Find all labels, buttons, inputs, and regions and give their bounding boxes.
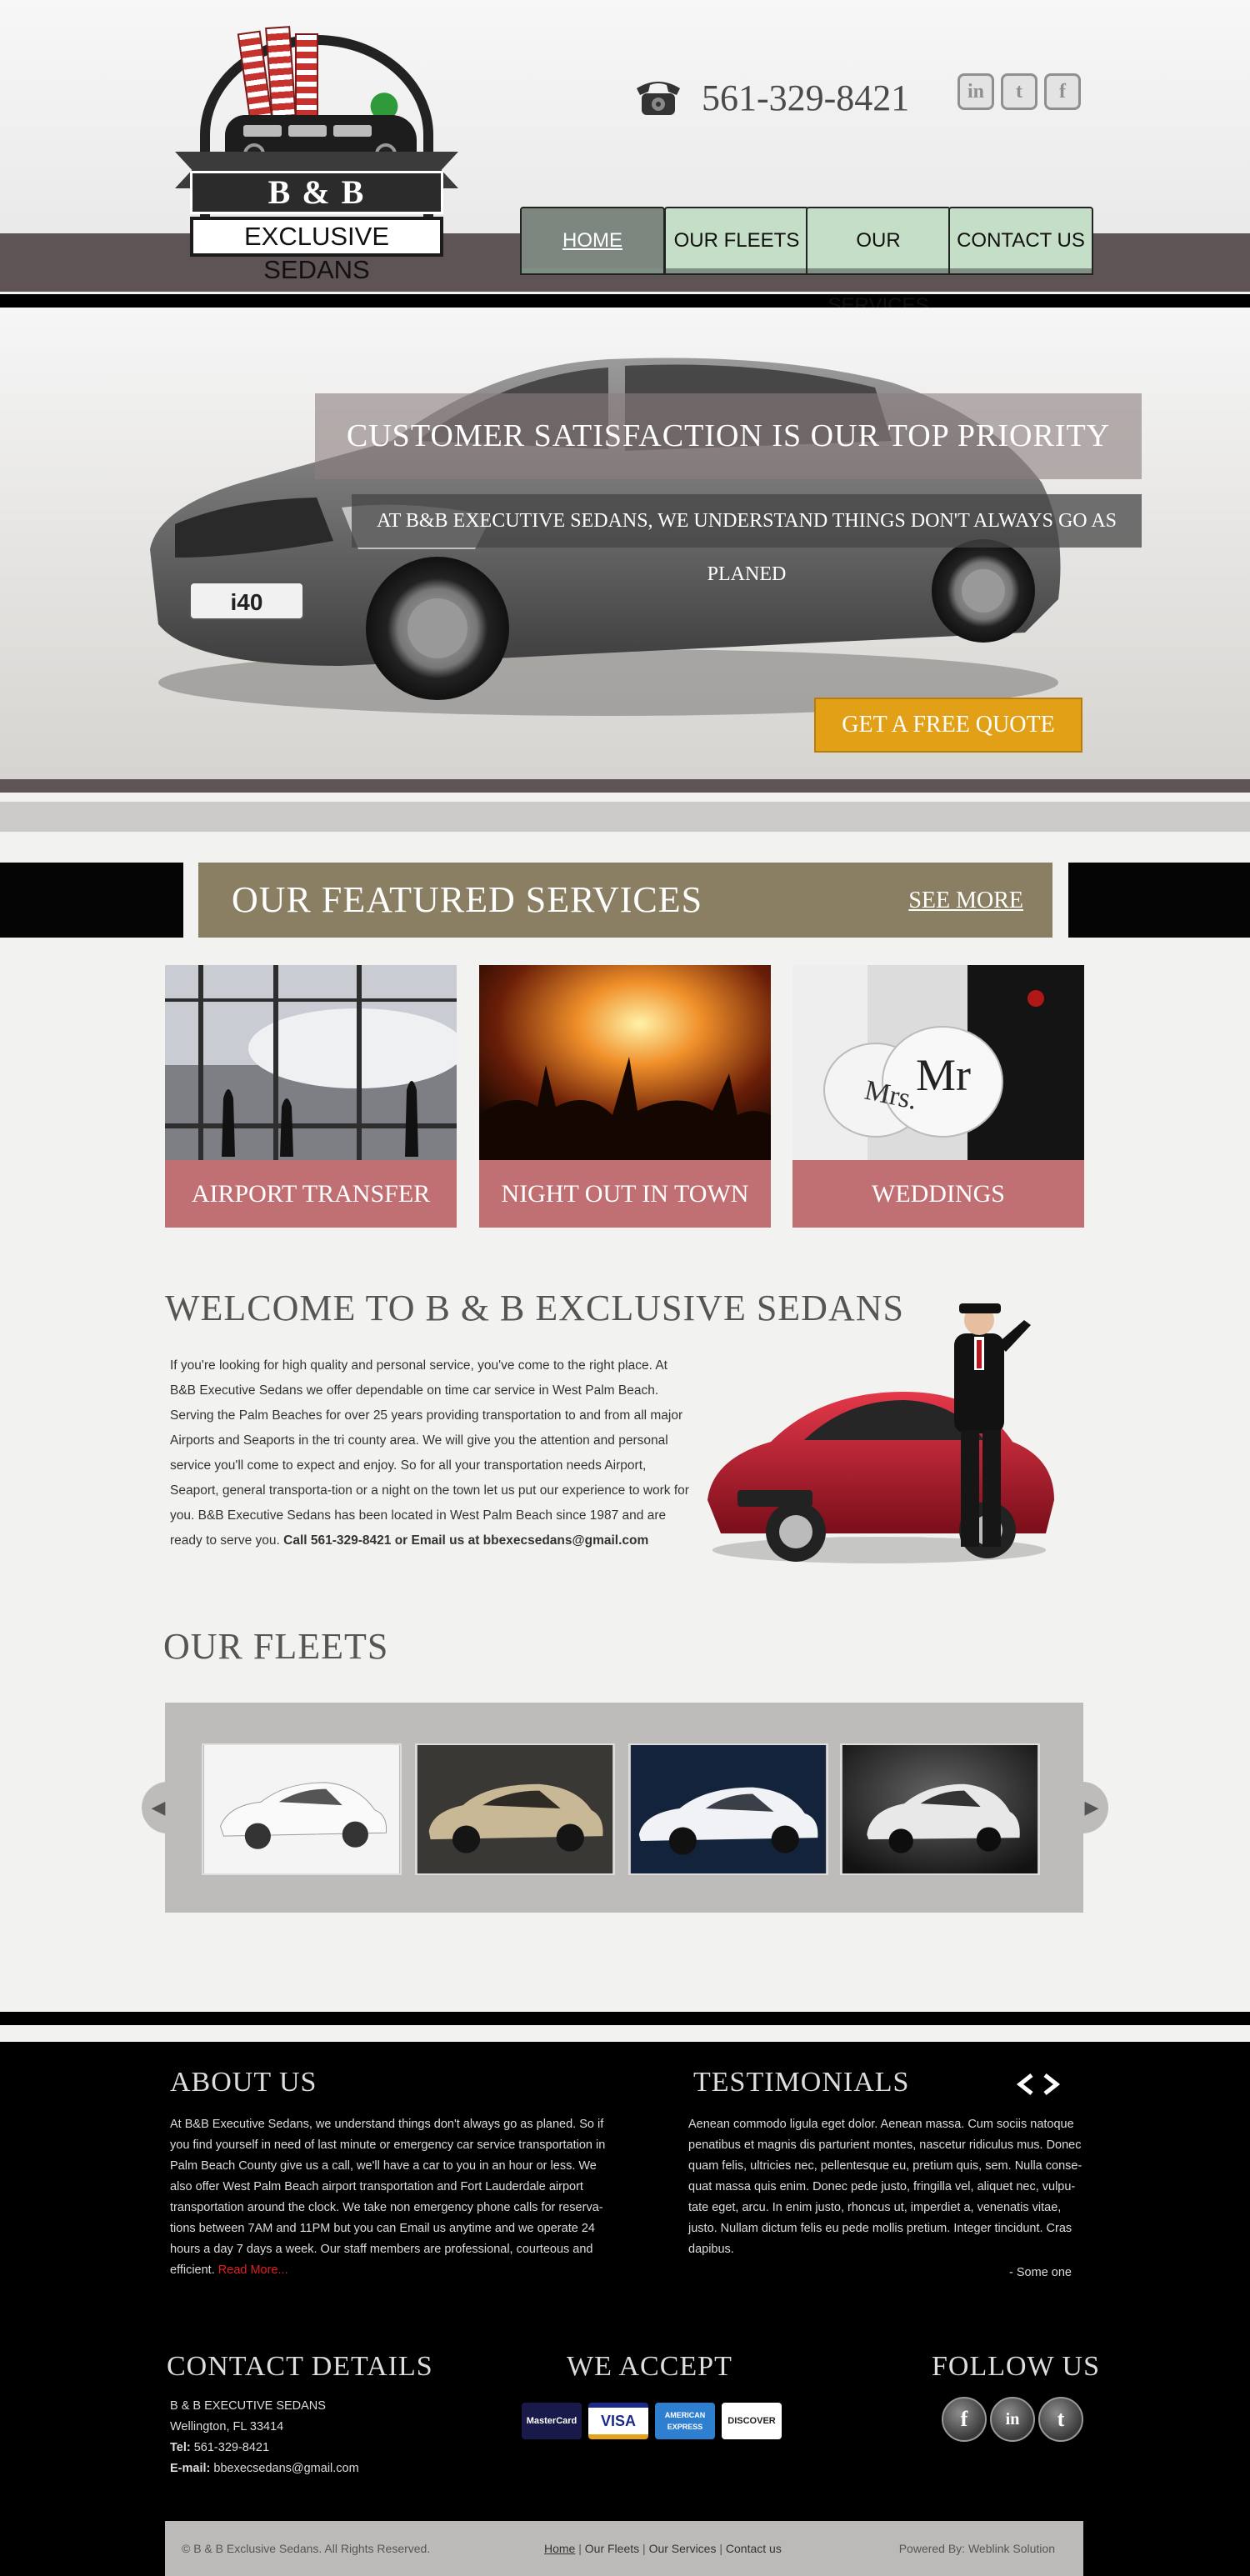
about-body: At B&B Executive Sedans, we understand t… [170,2118,606,2277]
contact-city: Wellington, FL 33414 [170,2420,284,2433]
welcome-body: If you're looking for high quality and p… [170,1358,689,1548]
nav-our-services[interactable]: OUR SERVICES [806,207,951,317]
welcome-call: Call 561-329-8421 or Email us at bbexecs… [283,1533,649,1548]
chevron-right-icon: ▶ [1084,1797,1099,1818]
featured-band-right [1068,863,1250,938]
hero-subtitle: AT B&B EXECUTIVE SEDANS, WE UNDERSTAND T… [376,510,1117,585]
copyright-text: © B & B Exclusive Sedans. All Rights Res… [182,2542,431,2555]
visa-icon: VISA [588,2403,648,2439]
footer-link-separator: | [578,2542,582,2555]
chauffeur-car-image [708,1303,1054,1563]
hero-title: CUSTOMER SATISFACTION IS OUR TOP PRIORIT… [346,418,1111,453]
linkedin-icon[interactable]: in [958,73,994,110]
free-quote-button[interactable]: GET A FREE QUOTE [814,698,1082,753]
mastercard-icon: MasterCard [522,2403,582,2439]
powered-by[interactable]: Powered By: Weblink Solution [899,2521,1055,2576]
logo-building [295,33,318,120]
contact-name: B & B EXECUTIVE SEDANS [170,2399,326,2413]
contact-email[interactable]: bbexecsedans@gmail.com [213,2462,358,2475]
footer-link-home[interactable]: Home [544,2542,575,2555]
logo-name: B & B [190,171,443,214]
service-card-weddings[interactable]: Mrs. Mr WEDDINGS [792,965,1084,1228]
wedding-image: Mrs. Mr [792,965,1084,1160]
fleet-prev-button[interactable]: ◀ [142,1782,175,1833]
wedding-sign-mr: Mr [916,1050,971,1100]
hero-divider-light [0,802,1250,832]
hero-banner: i40 CUSTOMER SATISFACTION IS OUR TOP PRI… [0,308,1250,779]
welcome-text: If you're looking for high quality and p… [170,1353,697,1553]
service-label: WEDDINGS [792,1160,1084,1228]
nav-contact-us[interactable]: CONTACT US [948,207,1093,275]
featured-band-left [0,863,183,938]
footer-link-services[interactable]: Our Services [649,2542,717,2555]
nav-home[interactable]: HOME [520,207,665,275]
discover-icon: DISCOVER [722,2403,782,2439]
twitter-round-icon[interactable]: t [1038,2397,1083,2442]
service-label: NIGHT OUT IN TOWN [479,1160,771,1228]
testimonial-prev-icon[interactable] [1017,2073,1035,2095]
logo[interactable]: B & B EXCLUSIVE SEDANS [175,25,458,284]
amex-icon: AMERICAN EXPRESS [655,2403,715,2439]
tel-label: Tel: [170,2441,191,2454]
service-card-night-out[interactable]: NIGHT OUT IN TOWN [479,965,771,1228]
footer-link-contact[interactable]: Contact us [726,2542,782,2555]
logo-subtitle: EXCLUSIVE SEDANS [190,217,443,284]
fleet-item-bmw[interactable] [628,1743,828,1875]
featured-title: OUR FEATURED SERVICES [232,879,703,920]
footer-divider [0,2012,1250,2025]
email-label: E-mail: [170,2462,211,2475]
phone-number: 561-329-8421 [702,78,910,118]
linkedin-round-icon[interactable]: in [990,2397,1035,2442]
footer-link-separator: | [642,2542,646,2555]
fleet-item-audi[interactable] [840,1743,1040,1875]
footer-links: Home | Our Fleets | Our Services | Conta… [544,2521,782,2576]
chevron-left-icon: ◀ [151,1797,166,1818]
concert-image [479,965,771,1160]
airport-image [165,965,457,1160]
facebook-icon[interactable]: f [1044,73,1081,110]
nav-our-fleets[interactable]: OUR FLEETS [664,207,809,275]
header-divider [0,294,1250,308]
testimonial-author: - Some one [1009,2266,1072,2279]
fleet-item-gold-sedan[interactable] [415,1743,615,1875]
fleet-item-white-sedan[interactable] [202,1743,402,1875]
contact-title: CONTACT DETAILS [167,2351,433,2382]
read-more-link[interactable]: Read More... [218,2263,288,2277]
license-plate: i40 [231,589,263,615]
hero-title-box: CUSTOMER SATISFACTION IS OUR TOP PRIORIT… [315,393,1142,479]
facebook-round-icon[interactable]: f [942,2397,987,2442]
phone-icon [637,82,680,115]
contact-tel[interactable]: 561-329-8421 [194,2441,269,2454]
accept-title: WE ACCEPT [567,2351,732,2382]
footer-link-fleets[interactable]: Our Fleets [585,2542,639,2555]
hero-subtitle-box: AT B&B EXECUTIVE SEDANS, WE UNDERSTAND T… [352,494,1142,585]
contact-details: B & B EXECUTIVE SEDANS Wellington, FL 33… [170,2396,453,2479]
twitter-icon[interactable]: t [1001,73,1038,110]
copyright-bar: © B & B Exclusive Sedans. All Rights Res… [165,2521,1083,2576]
about-text: At B&B Executive Sedans, we understand t… [170,2114,612,2281]
testimonial-next-icon[interactable] [1042,2073,1060,2095]
follow-title: FOLLOW US [932,2351,1100,2382]
fleets-title: OUR FLEETS [163,1626,389,1667]
testimonials-title: TESTIMONIALS [693,2067,910,2098]
hero-divider [0,779,1250,793]
fleet-next-button[interactable]: ▶ [1075,1782,1108,1833]
service-card-airport[interactable]: AIRPORT TRANSFER [165,965,457,1228]
footer-link-separator: | [719,2542,723,2555]
service-label: AIRPORT TRANSFER [165,1160,457,1228]
featured-header: OUR FEATURED SERVICES SEE MORE [198,863,1052,938]
about-title: ABOUT US [170,2067,318,2098]
testimonial-text: Aenean commodo ligula eget dolor. Aenean… [688,2118,1082,2256]
see-more-link[interactable]: SEE MORE [908,863,1023,938]
